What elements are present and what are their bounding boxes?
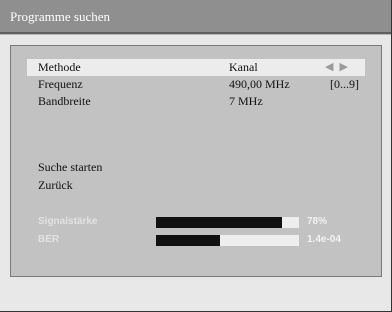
ber-fill — [156, 235, 221, 246]
signal-strength-bar — [156, 217, 299, 228]
signal-strength-label: Signalstärke — [38, 216, 98, 227]
back-button[interactable]: Zurück — [38, 178, 73, 193]
setting-value: 490,00 MHz — [229, 77, 290, 91]
setting-label: Methode — [38, 60, 81, 74]
settings-panel: Methode Kanal ◀▶ Frequenz 490,00 MHz [0.… — [10, 45, 382, 277]
window-title: Programme suchen — [10, 9, 111, 24]
option-arrows[interactable]: ◀▶ — [325, 60, 354, 73]
setting-label: Frequenz — [38, 77, 83, 91]
ber-bar — [156, 235, 299, 246]
setting-label: Bandbreite — [38, 94, 91, 108]
input-range-hint: [0...9] — [330, 77, 359, 91]
ber-label: BER — [38, 234, 60, 245]
arrow-right-icon[interactable]: ▶ — [339, 60, 353, 73]
signal-strength-fill — [156, 217, 282, 228]
setting-value: Kanal — [229, 60, 258, 74]
setting-value: 7 MHz — [229, 94, 263, 108]
ber-value: 1.4e-04 — [307, 234, 341, 245]
divider — [0, 34, 391, 35]
signal-strength-value: 78% — [307, 216, 328, 227]
arrow-left-icon[interactable]: ◀ — [325, 60, 339, 73]
screen: Programme suchen Methode Kanal ◀▶ Freque… — [0, 0, 392, 312]
setting-row-method[interactable]: Methode Kanal ◀▶ — [27, 59, 365, 76]
setting-row-frequency[interactable]: Frequenz 490,00 MHz [0...9] — [27, 76, 365, 93]
title-bar: Programme suchen — [0, 0, 391, 34]
setting-row-bandwidth[interactable]: Bandbreite 7 MHz — [27, 93, 365, 110]
start-search-button[interactable]: Suche starten — [38, 160, 102, 175]
